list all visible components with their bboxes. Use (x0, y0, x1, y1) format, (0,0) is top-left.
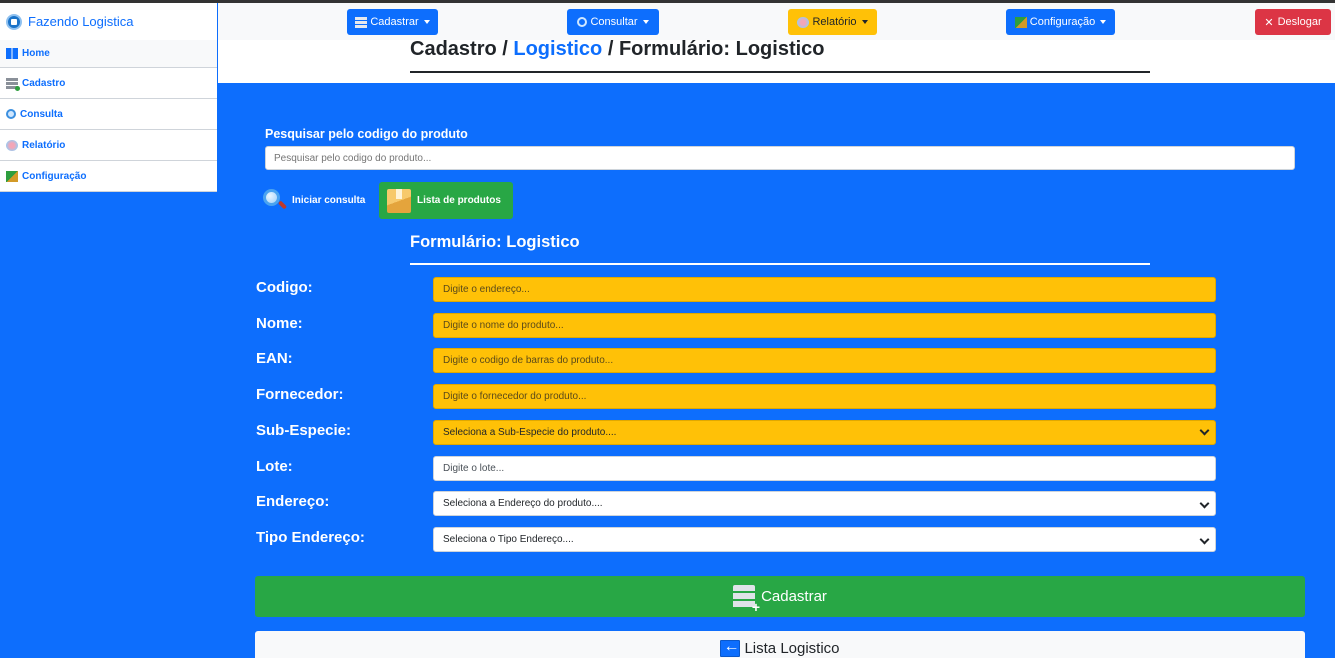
cadastrar-submit-button[interactable]: Cadastrar (255, 576, 1305, 617)
report-icon (797, 16, 810, 28)
relatorio-dropdown-button[interactable]: Relatório (788, 9, 877, 35)
cadastrar-submit-label: Cadastrar (761, 588, 827, 605)
sidebar-item-label: Home (22, 48, 50, 59)
report-icon (6, 139, 18, 151)
consultar-dropdown-label: Consultar (590, 16, 638, 28)
chevron-down-icon (1100, 20, 1107, 24)
codigo-label: Codigo: (256, 279, 313, 296)
nome-input[interactable]: Digite o nome do produto... (433, 313, 1216, 338)
sub-especie-select[interactable]: Seleciona a Sub-Especie do produto.... (433, 420, 1216, 445)
settings-icon (1014, 16, 1027, 28)
nome-label: Nome: (256, 315, 303, 332)
logout-button[interactable]: ✕ Deslogar (1255, 9, 1331, 35)
package-icon (387, 188, 411, 213)
fornecedor-label: Fornecedor: (256, 386, 344, 403)
sidebar-item-consulta[interactable]: Consulta (0, 99, 217, 130)
search-icon (577, 17, 588, 27)
search-label: Pesquisar pelo codigo do produto (265, 127, 468, 141)
breadcrumb-cadastro: Cadastro (410, 38, 497, 60)
ean-label: EAN: (256, 350, 293, 367)
sidebar-item-label: Consulta (20, 108, 63, 120)
sub-especie-value: Seleciona a Sub-Especie do produto.... (443, 427, 617, 438)
tipo-endereco-label: Tipo Endereço: (256, 529, 365, 546)
database-add-icon (6, 77, 20, 91)
database-add-icon (355, 16, 368, 28)
endereco-select[interactable]: Seleciona a Endereço do produto.... (433, 491, 1216, 516)
logo-icon (6, 13, 22, 30)
lista-produtos-button[interactable]: Lista de produtos (379, 182, 513, 219)
sub-especie-label: Sub-Especie: (256, 422, 352, 439)
lote-input[interactable]: Digite o lote... (433, 456, 1216, 481)
consultar-dropdown-button[interactable]: Consultar (567, 9, 659, 35)
cadastrar-dropdown-label: Cadastrar (370, 16, 419, 28)
tipo-endereco-value: Seleciona o Tipo Endereço.... (443, 534, 574, 545)
search-input[interactable] (265, 146, 1295, 170)
sidebar-item-relatorio[interactable]: Relatório (0, 130, 217, 161)
endereco-label: Endereço: (256, 493, 330, 510)
fornecedor-input[interactable]: Digite o fornecedor do produto... (433, 384, 1216, 409)
codigo-input[interactable]: Digite o endereço... (433, 277, 1216, 302)
iniciar-consulta-label: Iniciar consulta (292, 194, 366, 206)
breadcrumb-link-logistico[interactable]: Logistico (513, 38, 602, 60)
sidebar-item-configuracao[interactable]: Configuração (0, 161, 217, 192)
lote-label: Lote: (256, 458, 293, 475)
cadastrar-dropdown-button[interactable]: Cadastrar (347, 9, 438, 35)
search-icon (6, 109, 16, 119)
divider (410, 263, 1150, 265)
breadcrumb-separator: / (602, 38, 619, 60)
breadcrumb-current: Formulário: Logistico (618, 38, 825, 60)
ean-input[interactable]: Digite o codigo de barras do produto... (433, 348, 1216, 373)
settings-icon (6, 170, 18, 182)
chevron-down-icon (1199, 498, 1210, 509)
iniciar-consulta-button[interactable]: Iniciar consulta (262, 184, 365, 216)
form-title: Formulário: Logistico (410, 233, 580, 251)
brand-name: Fazendo Logistica (28, 14, 134, 29)
magnifier-icon (262, 188, 288, 212)
bottom-edge (0, 658, 1335, 662)
chevron-down-icon (861, 20, 868, 24)
sidebar-item-label: Configuração (22, 170, 87, 182)
close-icon: ✕ (1264, 16, 1274, 29)
chevron-down-icon (423, 20, 430, 24)
sidebar-item-cadastro[interactable]: Cadastro (0, 68, 217, 99)
sidebar-item-home[interactable]: Home (0, 40, 217, 68)
sidebar-item-label: Relatório (22, 139, 66, 151)
sidebar: Fazendo Logistica Home Cadastro Consulta… (0, 3, 217, 662)
database-add-icon (733, 584, 760, 615)
chevron-down-icon (642, 20, 649, 24)
divider (410, 71, 1150, 73)
brand[interactable]: Fazendo Logistica (0, 3, 217, 40)
dashboard-icon (6, 48, 18, 59)
top-navbar: Cadastrar Consultar Relatório Configuraç… (218, 3, 1335, 40)
logout-label: Deslogar (1277, 16, 1322, 28)
breadcrumb: Cadastro / Logistico / Formulário: Logis… (410, 38, 825, 61)
sidebar-item-label: Cadastro (22, 77, 66, 89)
breadcrumb-separator: / (496, 38, 514, 60)
tipo-endereco-select[interactable]: Seleciona o Tipo Endereço.... (433, 527, 1216, 552)
endereco-value: Seleciona a Endereço do produto.... (443, 498, 603, 509)
chevron-down-icon (1199, 425, 1210, 436)
chevron-down-icon (1199, 534, 1210, 545)
arrow-left-icon (720, 638, 741, 657)
configuracao-dropdown-button[interactable]: Configuração (1006, 9, 1115, 35)
relatorio-dropdown-label: Relatório (812, 16, 857, 28)
configuracao-dropdown-label: Configuração (1029, 16, 1096, 28)
lista-logistico-label: Lista Logistico (744, 640, 840, 657)
lista-produtos-label: Lista de produtos (417, 195, 501, 206)
